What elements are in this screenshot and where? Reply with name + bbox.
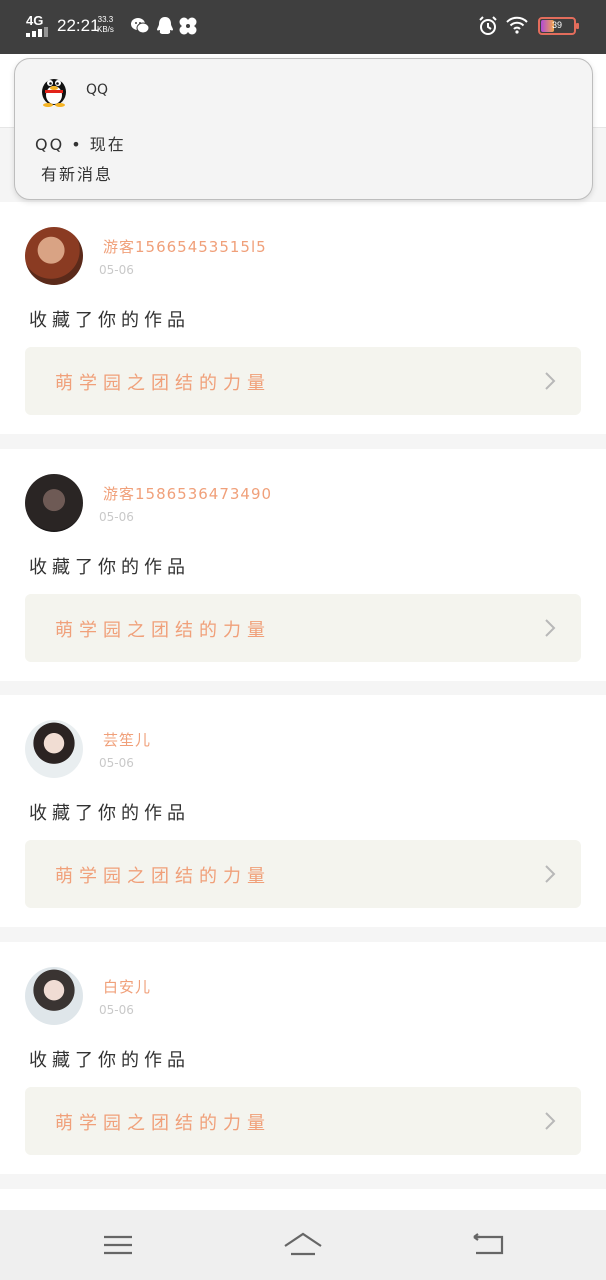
status-bar: 4G 22:21 33.3 KB/s 39 bbox=[0, 0, 606, 54]
username[interactable]: 芸笙儿 bbox=[103, 729, 151, 750]
timestamp: 05-06 bbox=[99, 756, 134, 770]
work-title: 萌学园之团结的力量 bbox=[55, 620, 271, 641]
home-icon[interactable] bbox=[283, 1228, 323, 1262]
notification-banner[interactable]: QQ QQ • 现在 有新消息 bbox=[14, 58, 593, 200]
notification-app-name: QQ bbox=[86, 82, 109, 98]
action-text: 收藏了你的作品 bbox=[29, 557, 190, 578]
pinwheel-icon bbox=[179, 17, 197, 35]
work-link[interactable]: 萌学园之团结的力量 bbox=[25, 1087, 581, 1155]
notification-message: 有新消息 bbox=[41, 165, 114, 184]
chevron-right-icon bbox=[545, 1112, 556, 1130]
notification-source: QQ • 现在 bbox=[35, 135, 126, 154]
feed-card: 白安儿 05-06 收藏了你的作品 萌学园之团结的力量 bbox=[0, 942, 606, 1174]
clock: 22:21 bbox=[57, 16, 100, 35]
system-nav-bar bbox=[0, 1210, 606, 1280]
wifi-icon bbox=[506, 16, 528, 34]
battery-level: 39 bbox=[551, 20, 562, 30]
avatar[interactable] bbox=[25, 474, 83, 532]
menu-icon[interactable] bbox=[98, 1228, 138, 1262]
avatar[interactable] bbox=[25, 720, 83, 778]
timestamp: 05-06 bbox=[99, 1003, 134, 1017]
feed-card-partial bbox=[0, 1189, 606, 1210]
qq-icon bbox=[157, 17, 173, 34]
work-title: 萌学园之团结的力量 bbox=[55, 866, 271, 887]
avatar[interactable] bbox=[25, 967, 83, 1025]
avatar[interactable] bbox=[25, 227, 83, 285]
back-icon[interactable] bbox=[468, 1228, 508, 1262]
signal-icon bbox=[26, 27, 50, 37]
wechat-icon bbox=[131, 18, 150, 34]
work-title: 萌学园之团结的力量 bbox=[55, 373, 271, 394]
feed-card: 芸笙儿 05-06 收藏了你的作品 萌学园之团结的力量 bbox=[0, 695, 606, 927]
username[interactable]: 游客15665453515l5 bbox=[103, 236, 267, 257]
qq-penguin-icon bbox=[42, 79, 66, 107]
network-type: 4G bbox=[26, 13, 44, 28]
timestamp: 05-06 bbox=[99, 510, 134, 524]
action-text: 收藏了你的作品 bbox=[29, 803, 190, 824]
net-speed: 33.3 KB/s bbox=[97, 15, 114, 34]
feed-card: 游客1586536473490 05-06 收藏了你的作品 萌学园之团结的力量 bbox=[0, 449, 606, 681]
action-text: 收藏了你的作品 bbox=[29, 310, 190, 331]
feed-card: 游客15665453515l5 05-06 收藏了你的作品 萌学园之团结的力量 bbox=[0, 202, 606, 434]
timestamp: 05-06 bbox=[99, 263, 134, 277]
work-link[interactable]: 萌学园之团结的力量 bbox=[25, 840, 581, 908]
chevron-right-icon bbox=[545, 619, 556, 637]
chevron-right-icon bbox=[545, 865, 556, 883]
alarm-icon bbox=[479, 16, 497, 35]
chevron-right-icon bbox=[545, 372, 556, 390]
action-text: 收藏了你的作品 bbox=[29, 1050, 190, 1071]
work-link[interactable]: 萌学园之团结的力量 bbox=[25, 594, 581, 662]
work-title: 萌学园之团结的力量 bbox=[55, 1113, 271, 1134]
work-link[interactable]: 萌学园之团结的力量 bbox=[25, 347, 581, 415]
battery-icon: 39 bbox=[538, 17, 579, 35]
username[interactable]: 游客1586536473490 bbox=[103, 483, 272, 504]
username[interactable]: 白安儿 bbox=[103, 976, 151, 997]
